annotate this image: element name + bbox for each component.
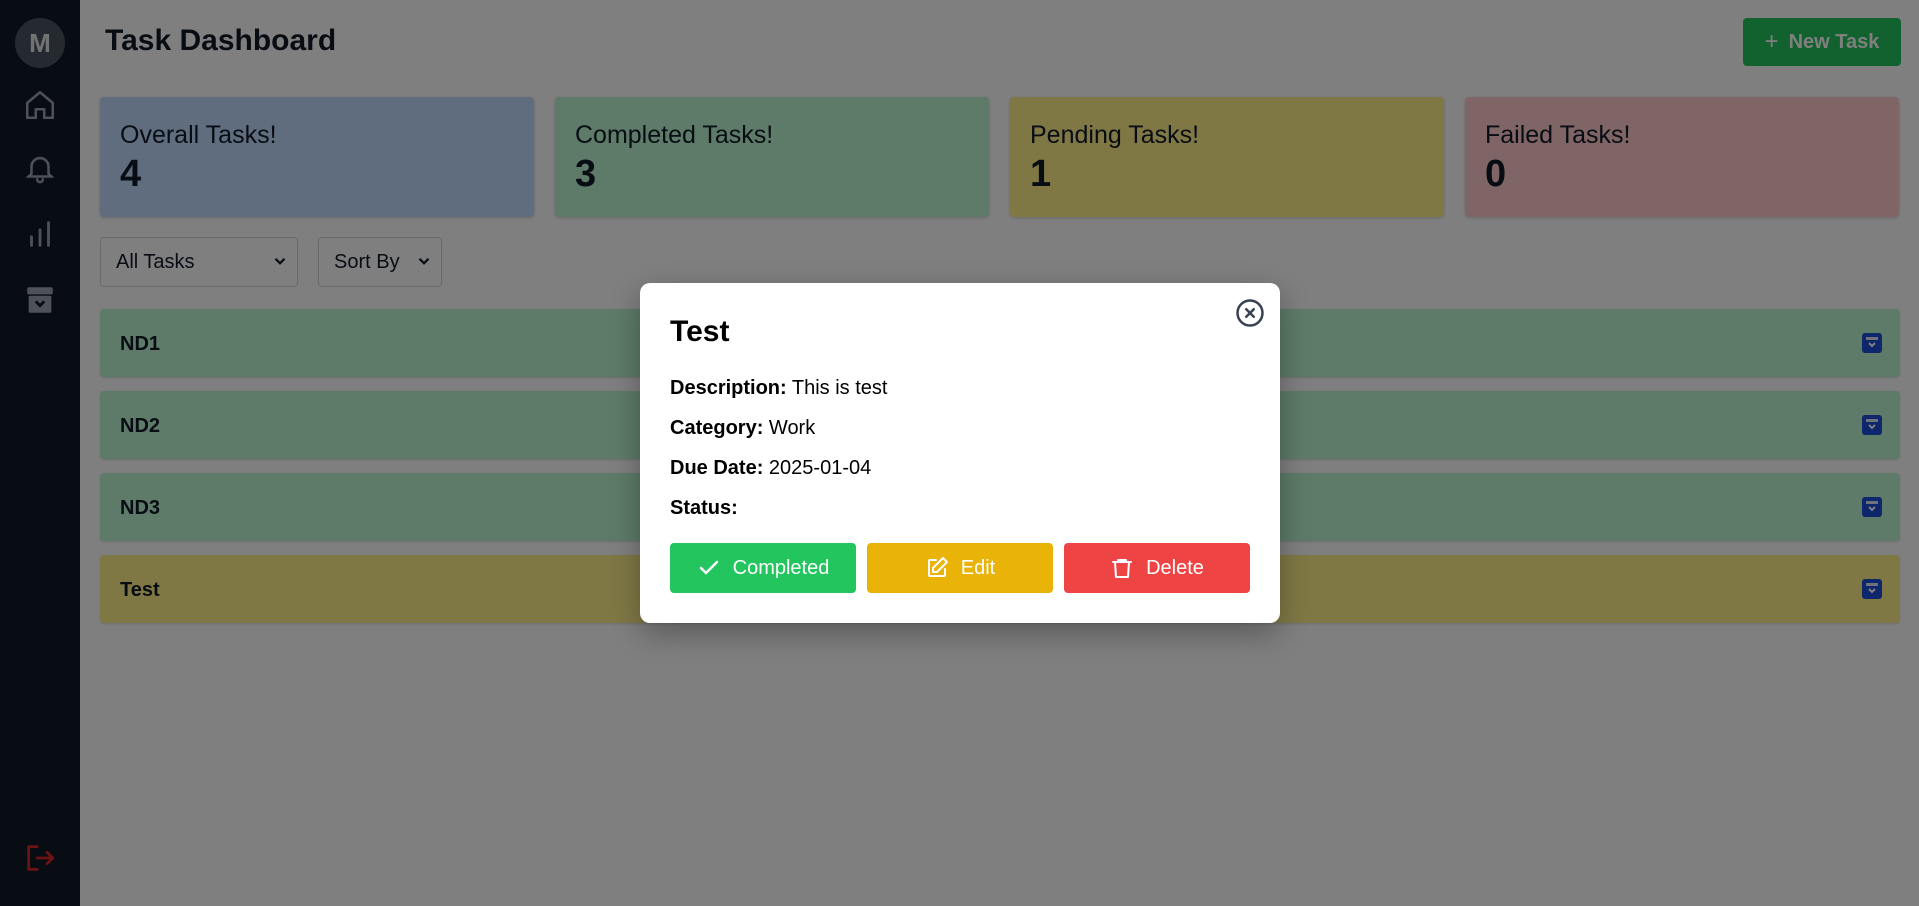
check-icon xyxy=(699,560,718,575)
description-field: Description: This is test xyxy=(670,377,887,400)
completed-label: Completed xyxy=(732,556,830,579)
status-label: Status: xyxy=(670,497,738,519)
delete-button[interactable]: Delete xyxy=(1064,543,1250,593)
description-value: This is test xyxy=(791,377,888,399)
mark-completed-button[interactable]: Completed xyxy=(670,543,856,593)
category-field: Category: Work xyxy=(670,417,815,440)
edit-label: Edit xyxy=(960,556,996,579)
due-date-value: 2025-01-04 xyxy=(768,457,872,479)
trash-icon xyxy=(1112,559,1133,578)
category-value: Work xyxy=(768,417,816,439)
category-label: Category: xyxy=(670,417,764,439)
description-label: Description: xyxy=(670,377,787,399)
task-detail-modal: Test Description: This is test Category:… xyxy=(640,283,1280,623)
due-date-label: Due Date: xyxy=(670,457,764,479)
edit-icon xyxy=(927,557,948,577)
modal-title: Test xyxy=(670,315,730,348)
delete-label: Delete xyxy=(1146,556,1204,579)
due-date-field: Due Date: 2025-01-04 xyxy=(670,457,871,480)
close-icon[interactable] xyxy=(1235,298,1265,328)
edit-button[interactable]: Edit xyxy=(867,543,1053,593)
status-field: Status: xyxy=(670,497,738,520)
